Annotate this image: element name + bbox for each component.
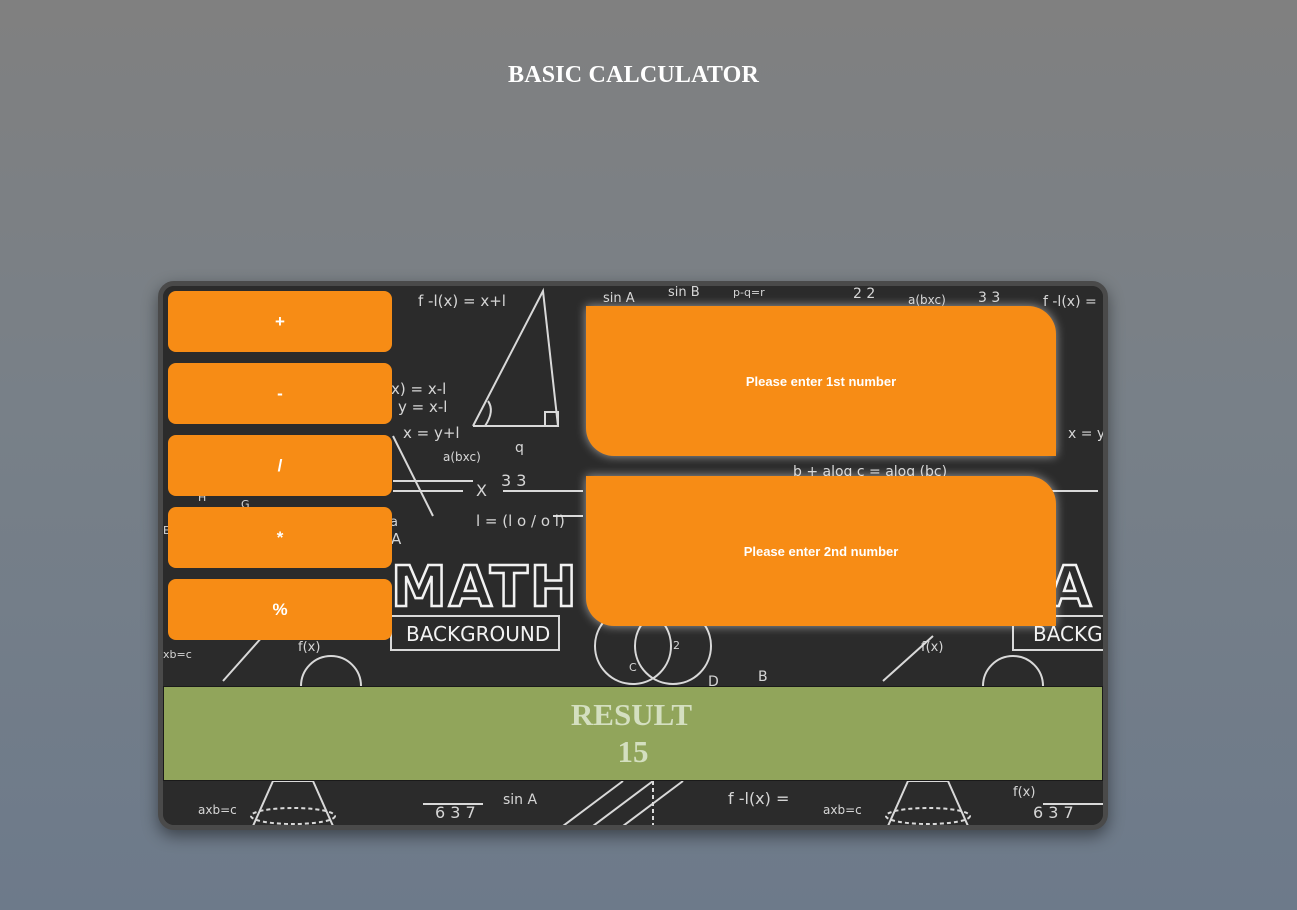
result-panel: RESULT 15 <box>163 686 1103 781</box>
chalk-formula: a(bxc) <box>443 450 481 464</box>
result-label: RESULT <box>570 697 693 732</box>
chalk-formula: y = x-l <box>398 398 447 416</box>
chalk-formula: x = y+l <box>1068 426 1103 442</box>
calculator-panel: f -l(x) = x+l sin A sin B p-q=r 2 2 a(bx… <box>158 281 1108 830</box>
chalk-formula: f(x) <box>298 640 320 655</box>
chalk-formula: l = (l o / o l) <box>476 512 565 530</box>
first-number-input[interactable]: Please enter 1st number <box>586 306 1056 456</box>
chalk-formula: B <box>758 669 768 685</box>
page-title: BASIC CALCULATOR <box>507 62 760 88</box>
chalk-formula: 6 3 7 <box>435 803 476 822</box>
math-title: MATH <box>391 555 579 620</box>
chalk-formula: sin A <box>603 291 635 306</box>
percent-button[interactable]: % <box>168 579 392 640</box>
chalk-formula: p-q=r <box>733 286 765 299</box>
chalk-formula: a(bxc) <box>908 293 946 307</box>
divide-button[interactable]: / <box>168 435 392 496</box>
chalk-formula: x = y+l <box>403 424 460 442</box>
chalk-formula: f -l(x) = x+l <box>418 292 506 310</box>
add-button[interactable]: + <box>168 291 392 352</box>
chalk-formula: 3 3 <box>978 290 1000 306</box>
chalk-formula: xb=c <box>163 648 192 661</box>
chalk-formula: X <box>476 481 487 500</box>
chalk-formula: 3 3 <box>501 471 526 490</box>
chalk-formula: axb=c <box>198 803 237 817</box>
chalk-formula: f -l(x) = <box>1043 294 1097 310</box>
second-number-input[interactable]: Please enter 2nd number <box>586 476 1056 626</box>
chalk-formula: 2 2 <box>853 286 875 302</box>
multiply-button[interactable]: * <box>168 507 392 568</box>
chalk-formula: q <box>515 440 524 456</box>
chalk-formula: 2 <box>673 639 680 652</box>
chalk-formula: f(x) <box>921 640 943 655</box>
chalk-formula: sin B <box>668 286 700 300</box>
chalk-formula: C <box>629 661 637 674</box>
chalk-formula: x) = x-l <box>391 380 446 398</box>
chalk-formula: axb=c <box>823 803 862 817</box>
chalk-formula: 6 3 7 <box>1033 803 1074 822</box>
chalk-formula: f(x) <box>1013 785 1035 800</box>
subtract-button[interactable]: - <box>168 363 392 424</box>
chalk-formula: f -l(x) = <box>728 789 789 808</box>
result-value: 15 <box>617 734 649 769</box>
background-label: BACKGROUND <box>406 622 550 646</box>
chalk-formula: A <box>391 530 402 548</box>
chalk-formula: sin A <box>503 792 538 808</box>
